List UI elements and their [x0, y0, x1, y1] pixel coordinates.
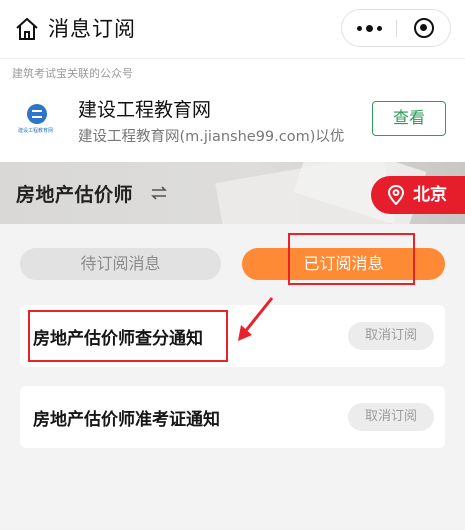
city-label: 北京	[413, 185, 447, 205]
account-description: 建设工程教育网(m.jianshe99.com)以优···	[78, 129, 346, 145]
city-selector-button[interactable]: 北京	[371, 176, 465, 214]
location-pin-icon	[387, 185, 405, 205]
logo-text: 建设工程教育网	[18, 128, 54, 134]
arrow-annotation-icon	[238, 297, 274, 341]
more-dots-icon[interactable]	[342, 10, 396, 46]
page-title: 消息订阅	[48, 17, 136, 41]
unsubscribe-button[interactable]: 取消订阅	[348, 403, 434, 431]
account-name: 建设工程教育网	[78, 99, 212, 121]
logo-mark-icon	[27, 104, 47, 124]
annotation-highlight-tab	[288, 233, 415, 285]
account-hint: 建筑考试宝关联的公众号	[12, 67, 133, 80]
top-nav-bar: 消息订阅	[0, 0, 465, 58]
miniprogram-capsule	[341, 9, 451, 47]
list-item: 房地产估价师准考证通知 取消订阅	[20, 386, 445, 448]
annotation-highlight-item	[28, 310, 228, 362]
close-target-icon[interactable]	[414, 18, 434, 38]
account-logo: 建设工程教育网	[18, 104, 56, 142]
category-label[interactable]: 房地产估价师	[16, 180, 133, 207]
home-icon[interactable]	[14, 16, 40, 42]
capsule-divider	[396, 20, 397, 37]
item-name: 房地产估价师准考证通知	[33, 410, 220, 430]
swap-icon[interactable]	[150, 184, 168, 202]
linked-account-card: 建筑考试宝关联的公众号 建设工程教育网 建设工程教育网 建设工程教育网(m.ji…	[0, 58, 465, 162]
tab-pending-messages[interactable]: 待订阅消息	[20, 248, 221, 280]
view-account-button[interactable]: 查看	[372, 101, 446, 136]
unsubscribe-button[interactable]: 取消订阅	[348, 322, 434, 350]
